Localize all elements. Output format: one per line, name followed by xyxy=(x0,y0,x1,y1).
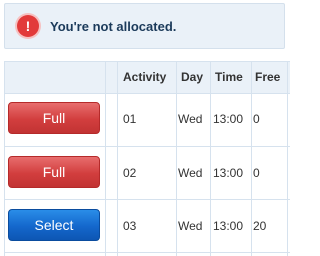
time-cell: 13:00 xyxy=(213,112,244,126)
column-divider xyxy=(251,62,252,256)
alert-message: You're not allocated. xyxy=(50,19,177,34)
not-allocated-alert: ! You're not allocated. xyxy=(4,3,285,49)
free-cell: 0 xyxy=(253,166,260,180)
day-cell: Wed xyxy=(178,112,203,126)
row-divider xyxy=(5,146,290,147)
activity-table: Activity Day Time Free Full 01 Wed 13:00… xyxy=(4,61,290,256)
row-divider xyxy=(5,252,290,253)
header-free: Free xyxy=(255,70,281,84)
activity-cell: 03 xyxy=(123,219,137,233)
time-cell: 13:00 xyxy=(213,166,244,180)
header-activity: Activity xyxy=(123,70,167,84)
day-cell: Wed xyxy=(178,219,203,233)
full-button-row-2[interactable]: Full xyxy=(8,156,100,188)
column-divider xyxy=(287,62,288,256)
exclamation-glyph: ! xyxy=(25,18,31,34)
column-divider xyxy=(176,62,177,256)
header-day: Day xyxy=(181,70,204,84)
exclamation-icon: ! xyxy=(17,15,39,37)
header-time: Time xyxy=(215,70,243,84)
column-divider xyxy=(105,62,106,256)
column-divider xyxy=(117,62,118,256)
activity-cell: 02 xyxy=(123,166,137,180)
column-divider xyxy=(210,62,211,256)
free-cell: 0 xyxy=(253,112,260,126)
day-cell: Wed xyxy=(178,166,203,180)
free-cell: 20 xyxy=(253,219,267,233)
activity-cell: 01 xyxy=(123,112,137,126)
row-divider xyxy=(5,199,290,200)
select-button-row-3[interactable]: Select xyxy=(8,209,100,241)
full-button-row-1[interactable]: Full xyxy=(8,102,100,134)
time-cell: 13:00 xyxy=(213,219,244,233)
